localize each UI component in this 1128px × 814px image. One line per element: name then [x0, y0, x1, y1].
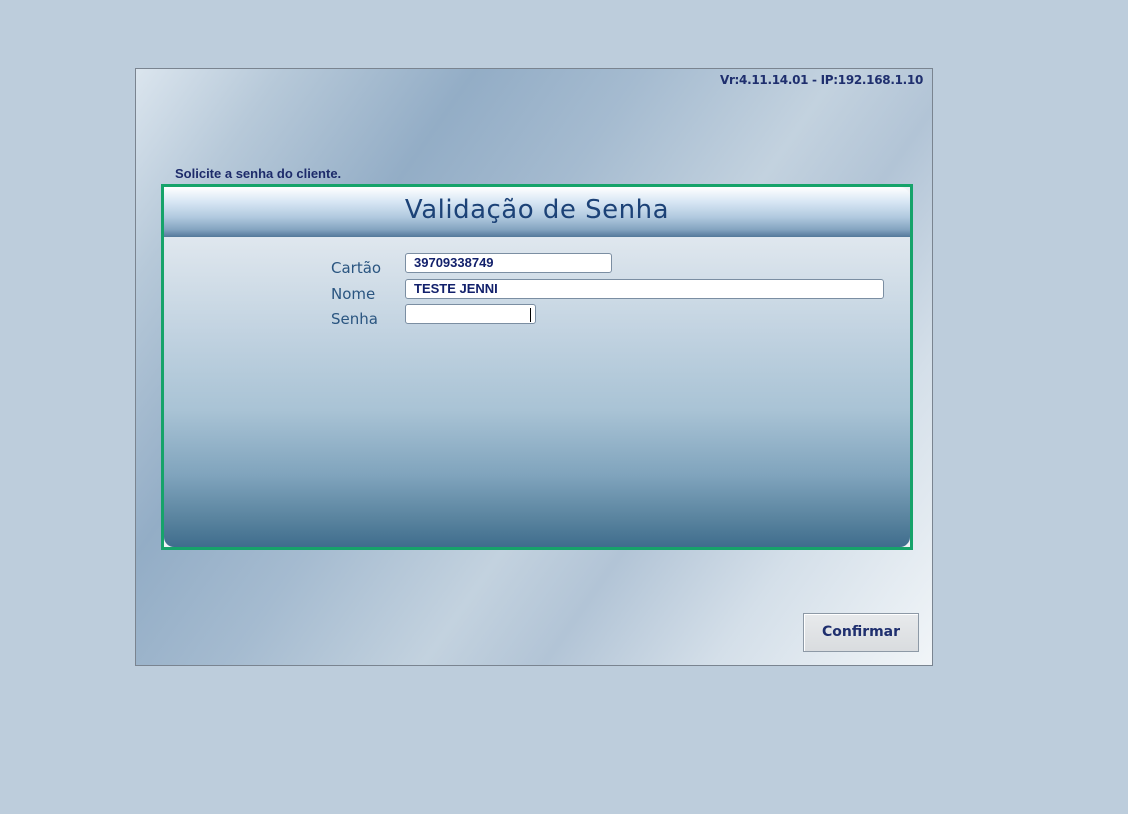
confirm-button[interactable]: Confirmar [803, 613, 919, 652]
text-caret [530, 308, 531, 322]
instruction-text: Solicite a senha do cliente. [175, 166, 342, 181]
app-window: Vr:4.11.14.01 - IP:192.168.1.10 Solicite… [135, 68, 933, 666]
name-field-value: TESTE JENNI [414, 281, 498, 296]
name-field[interactable]: TESTE JENNI [405, 279, 884, 299]
password-field[interactable] [405, 304, 536, 324]
panel-title: Validação de Senha [404, 195, 670, 225]
password-validation-panel: Validação de Senha Cartão 39709338749 No… [161, 184, 913, 550]
card-field[interactable]: 39709338749 [405, 253, 612, 273]
panel-header: Validação de Senha [164, 187, 910, 237]
name-label: Nome [331, 285, 376, 303]
panel-background: Validação de Senha Cartão 39709338749 No… [164, 187, 910, 547]
card-field-value: 39709338749 [414, 255, 494, 270]
password-label: Senha [331, 310, 378, 328]
panel-resize-grip [904, 541, 910, 547]
card-label: Cartão [331, 259, 382, 277]
version-info: Vr:4.11.14.01 - IP:192.168.1.10 [719, 73, 923, 87]
